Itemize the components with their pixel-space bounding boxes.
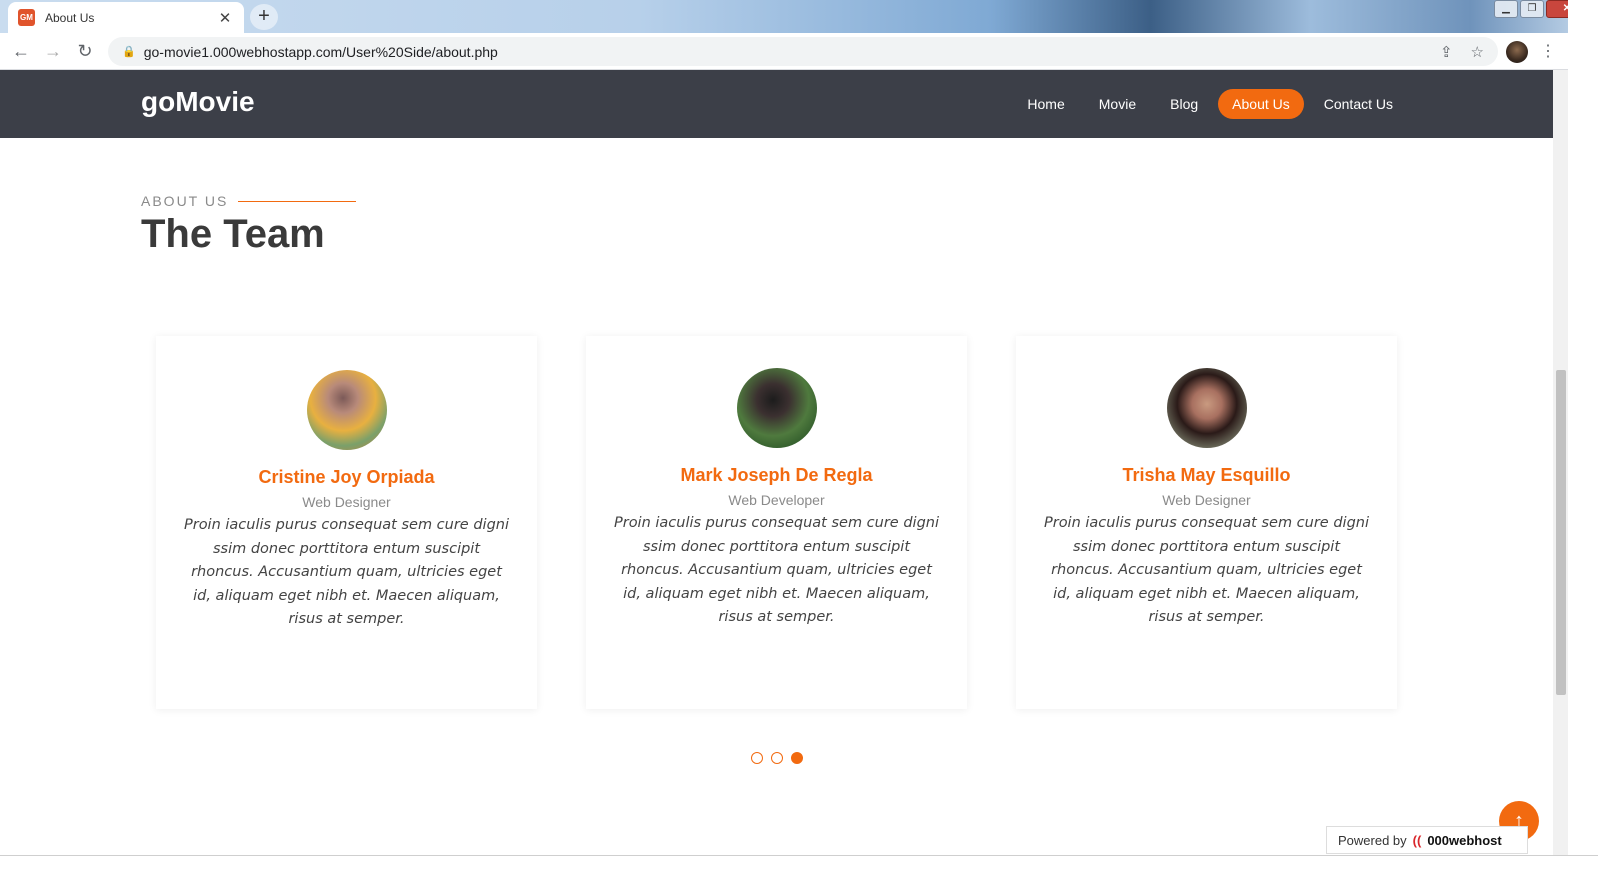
browser-tab[interactable]: GM About Us ✕ bbox=[8, 2, 244, 33]
minimize-button[interactable]: ▁ bbox=[1494, 0, 1518, 18]
section-title: The Team bbox=[141, 212, 325, 256]
team-member-role: Web Designer bbox=[1162, 492, 1251, 508]
team-member-bio: Proin iaculis purus consequat sem cure d… bbox=[613, 515, 939, 625]
carousel-dot-3[interactable] bbox=[791, 752, 803, 764]
team-card: Mark Joseph De Regla Web Developer Proin… bbox=[586, 336, 967, 709]
team-card: Cristine Joy Orpiada Web Designer Proin … bbox=[156, 336, 537, 709]
site-navbar: goMovie Home Movie Blog About Us Contact… bbox=[0, 70, 1553, 138]
nav-contact-us[interactable]: Contact Us bbox=[1310, 89, 1407, 119]
powered-by-label: Powered by bbox=[1338, 832, 1407, 848]
site-favicon-icon: GM bbox=[18, 9, 35, 26]
lock-icon[interactable]: 🔒 bbox=[122, 45, 136, 58]
eyebrow-divider bbox=[238, 200, 357, 202]
reload-icon[interactable]: ↻ bbox=[69, 41, 101, 62]
team-member-name: Trisha May Esquillo bbox=[1122, 465, 1291, 485]
nav-movie[interactable]: Movie bbox=[1085, 89, 1150, 119]
site-brand-logo[interactable]: goMovie bbox=[141, 86, 255, 118]
team-member-name: Cristine Joy Orpiada bbox=[258, 467, 435, 487]
window-bottom-edge bbox=[0, 855, 1598, 872]
browser-tab-bar: GM About Us ✕ + ▁ ❐ ✕ bbox=[0, 0, 1598, 33]
tab-close-icon[interactable]: ✕ bbox=[216, 9, 234, 27]
carousel-pagination bbox=[751, 752, 803, 764]
nav-home[interactable]: Home bbox=[1013, 89, 1078, 119]
nav-about-us[interactable]: About Us bbox=[1218, 89, 1304, 119]
url-text[interactable]: go-movie1.000webhostapp.com/User%20Side/… bbox=[144, 44, 1422, 60]
team-member-bio: Proin iaculis purus consequat sem cure d… bbox=[183, 517, 509, 627]
eyebrow-label: ABOUT US bbox=[141, 193, 229, 209]
team-member-avatar bbox=[736, 368, 817, 448]
team-member-role: Web Developer bbox=[728, 492, 825, 508]
team-member-avatar bbox=[1166, 368, 1247, 448]
team-card: Trisha May Esquillo Web Designer Proin i… bbox=[1016, 336, 1397, 709]
page-scrollbar[interactable] bbox=[1553, 70, 1568, 855]
team-member-avatar bbox=[306, 370, 387, 450]
webhost-brand: 000webhost bbox=[1427, 832, 1502, 848]
maximize-button[interactable]: ❐ bbox=[1520, 0, 1544, 18]
webhost-logo-icon: (( bbox=[1412, 832, 1422, 848]
tab-title: About Us bbox=[45, 10, 95, 25]
carousel-dot-1[interactable] bbox=[751, 752, 763, 764]
browser-menu-icon[interactable]: ⋮ bbox=[1540, 41, 1556, 61]
forward-arrow-icon[interactable]: → bbox=[37, 41, 69, 62]
browser-toolbar: ← → ↻ 🔒 go-movie1.000webhostapp.com/User… bbox=[0, 33, 1598, 70]
new-tab-button[interactable]: + bbox=[250, 4, 278, 30]
share-icon[interactable]: ⇪ bbox=[1440, 43, 1453, 61]
scrollbar-thumb[interactable] bbox=[1556, 370, 1566, 695]
window-edge bbox=[1568, 0, 1598, 872]
address-bar[interactable]: 🔒 go-movie1.000webhostapp.com/User%20Sid… bbox=[108, 37, 1498, 66]
page-viewport: goMovie Home Movie Blog About Us Contact… bbox=[0, 70, 1553, 872]
powered-by-badge[interactable]: Powered by (( 000webhost bbox=[1326, 826, 1528, 854]
main-menu: Home Movie Blog About Us Contact Us bbox=[1013, 89, 1407, 119]
team-member-role: Web Designer bbox=[302, 494, 391, 510]
profile-avatar[interactable] bbox=[1506, 41, 1528, 63]
team-member-name: Mark Joseph De Regla bbox=[680, 465, 873, 485]
carousel-dot-2[interactable] bbox=[771, 752, 783, 764]
bookmark-star-icon[interactable]: ☆ bbox=[1471, 43, 1484, 61]
nav-blog[interactable]: Blog bbox=[1156, 89, 1212, 119]
back-arrow-icon[interactable]: ← bbox=[5, 41, 37, 62]
team-member-bio: Proin iaculis purus consequat sem cure d… bbox=[1043, 515, 1369, 625]
section-eyebrow: ABOUT US bbox=[141, 193, 357, 209]
